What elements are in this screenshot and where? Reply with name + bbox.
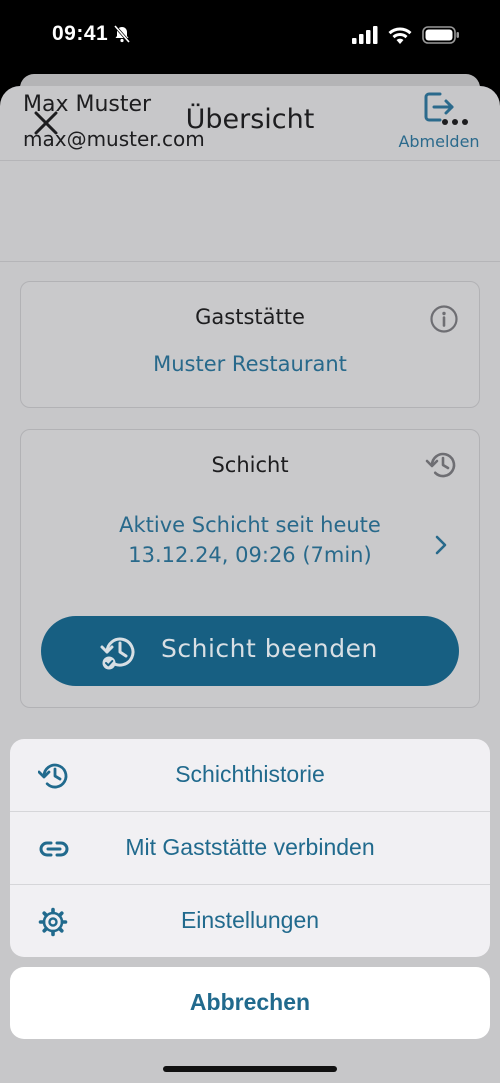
status-time: 09:41 <box>52 22 109 45</box>
home-indicator <box>163 1066 337 1072</box>
action-label: Schichthistorie <box>175 761 325 787</box>
action-label: Einstellungen <box>180 907 320 933</box>
signal-icon <box>352 26 378 44</box>
action-label: Mit Gaststätte verbinden <box>125 834 375 860</box>
shift-card: Schicht Aktive Schicht seit heute 13.12.… <box>20 429 480 708</box>
end-shift-label: Schicht beenden <box>161 634 378 663</box>
info-icon[interactable] <box>429 304 459 334</box>
status-bar: 09:41 <box>0 0 500 75</box>
restaurant-name-link[interactable]: Muster Restaurant <box>21 352 479 376</box>
active-shift-info[interactable]: Aktive Schicht seit heute 13.12.24, 09:2… <box>21 513 479 583</box>
bell-off-icon <box>113 25 131 43</box>
battery-icon <box>422 26 459 44</box>
cancel-label: Abbrechen <box>189 989 311 1015</box>
restaurant-card: Gaststätte Muster Restaurant <box>20 281 480 408</box>
chevron-right-icon <box>435 535 447 555</box>
logout-label: Abmelden <box>398 132 480 151</box>
action-sheet: Schichthistorie Mit Gaststätte verbinden <box>10 739 490 957</box>
clock-check-icon <box>100 637 135 670</box>
status-indicators <box>352 26 460 44</box>
user-email: max@muster.com <box>23 127 205 151</box>
action-connect-restaurant[interactable]: Mit Gaststätte verbinden <box>10 812 490 885</box>
shift-card-title: Schicht <box>211 453 289 477</box>
cancel-button[interactable]: Abbrechen <box>10 967 490 1039</box>
user-name: Max Muster <box>23 92 152 117</box>
logout-icon <box>424 92 454 122</box>
action-settings[interactable]: Einstellungen <box>10 885 490 957</box>
user-section <box>0 161 500 262</box>
history-icon[interactable] <box>425 449 459 481</box>
action-shift-history[interactable]: Schichthistorie <box>10 739 490 812</box>
wifi-icon <box>388 27 412 44</box>
end-shift-button[interactable]: Schicht beenden <box>41 616 459 686</box>
active-shift-line1: Aktive Schicht seit heute <box>119 513 381 537</box>
restaurant-card-title: Gaststätte <box>195 305 305 329</box>
active-shift-line2: 13.12.24, 09:26 (7min) <box>128 543 372 567</box>
logout-button[interactable]: Abmelden <box>394 90 484 151</box>
